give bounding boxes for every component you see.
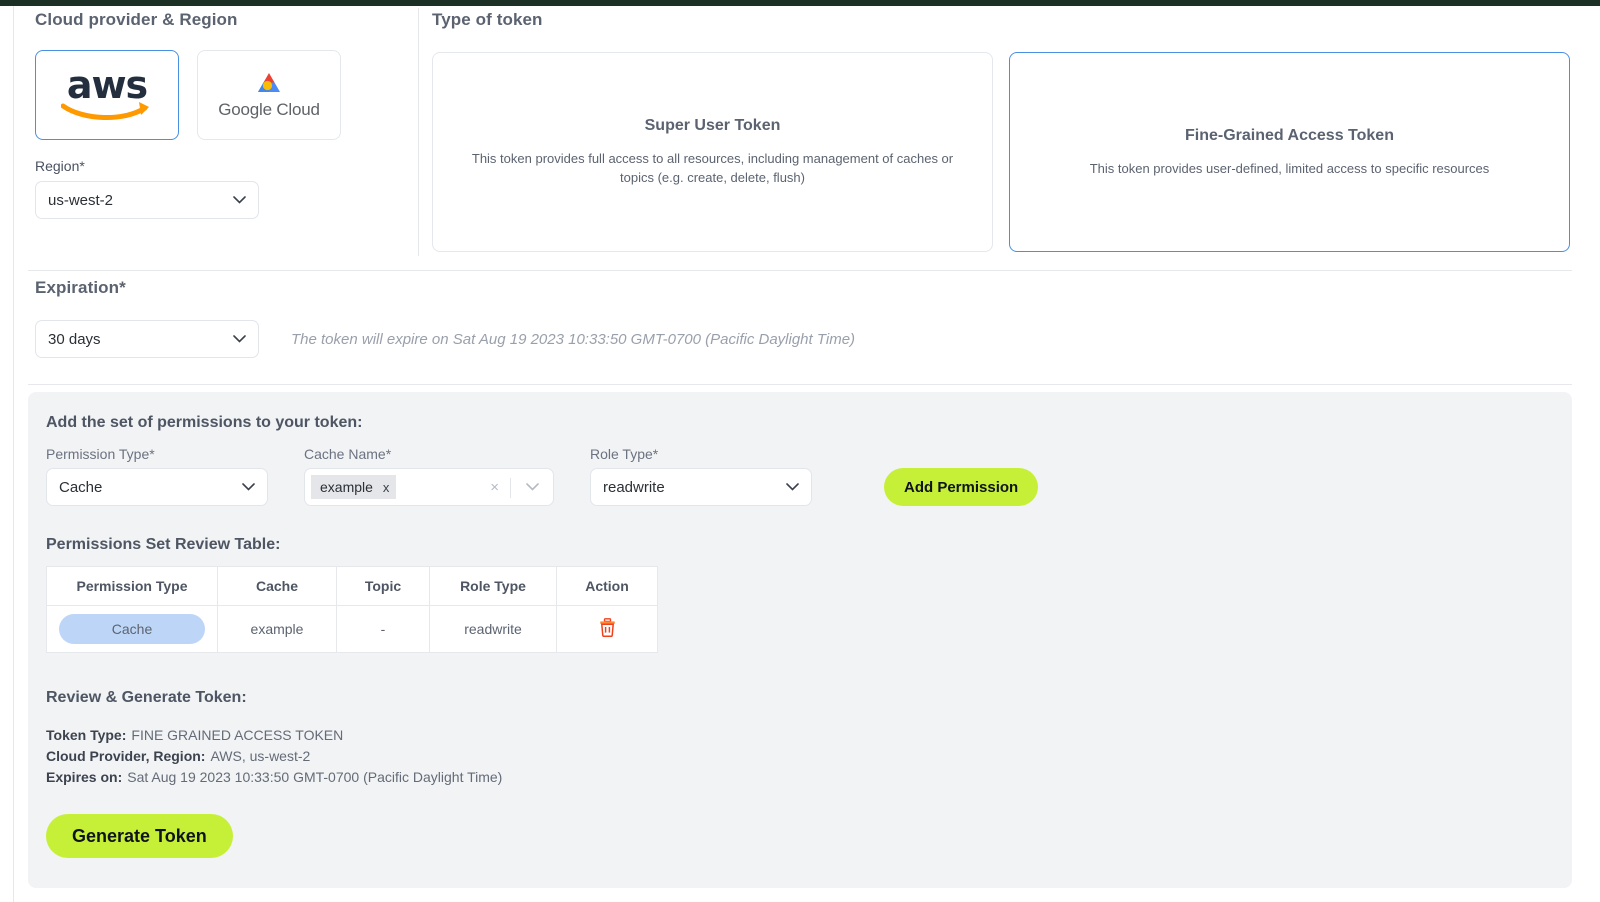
google-cloud-logo: Google Cloud: [207, 71, 331, 120]
aws-smile-icon: [61, 102, 149, 120]
cache-name-label: Cache Name*: [304, 446, 392, 462]
permission-type-group: Permission Type* Cache: [46, 446, 268, 506]
token-type-card-group: Super User Token This token provides ful…: [432, 52, 1570, 252]
token-card-description: This token provides full access to all r…: [471, 151, 954, 185]
chip-remove-icon[interactable]: x: [383, 481, 390, 494]
aws-logo: aws: [55, 66, 159, 124]
cell-role-type: readwrite: [429, 605, 557, 653]
permission-type-select[interactable]: Cache: [46, 468, 268, 506]
permissions-review-table: Permission Type Cache Topic Role Type Ac…: [46, 566, 658, 653]
summary-value: FINE GRAINED ACCESS TOKEN: [131, 727, 344, 743]
aws-wordmark: aws: [66, 63, 148, 107]
role-type-group: Role Type* readwrite: [590, 446, 812, 506]
provider-card-group: aws Google Cloud: [35, 50, 415, 140]
provider-card-aws[interactable]: aws: [35, 50, 179, 140]
token-card-super-user[interactable]: Super User Token This token provides ful…: [432, 52, 993, 252]
cache-name-multiselect[interactable]: example x ×: [304, 468, 554, 506]
google-cloud-wordmark: Google Cloud: [218, 99, 320, 119]
role-type-value: readwrite: [603, 478, 665, 496]
cloud-provider-heading: Cloud provider & Region: [35, 10, 238, 29]
role-type-label: Role Type*: [590, 446, 659, 462]
cell-cache: example: [217, 605, 337, 653]
multiselect-separator: [510, 478, 511, 498]
permission-type-label: Permission Type*: [46, 446, 155, 462]
chevron-down-icon: [786, 483, 799, 491]
region-select[interactable]: us-west-2: [35, 181, 259, 219]
permissions-panel-title: Add the set of permissions to your token…: [46, 414, 363, 431]
token-type-column: Type of token Super User Token This toke…: [432, 10, 1570, 252]
role-type-select[interactable]: readwrite: [590, 468, 812, 506]
section-divider-top: [28, 270, 1572, 271]
provider-card-google-cloud[interactable]: Google Cloud: [197, 50, 341, 140]
section-divider-bottom: [28, 384, 1572, 385]
summary-expires-on: Expires on: Sat Aug 19 2023 10:33:50 GMT-…: [46, 767, 1572, 788]
review-generate-title: Review & Generate Token:: [46, 689, 247, 706]
token-generation-page: Cloud provider & Region aws Google Cloud…: [0, 6, 1600, 902]
expiration-select[interactable]: 30 days: [35, 320, 259, 358]
generate-token-button[interactable]: Generate Token: [46, 814, 233, 858]
cache-name-chip-label: example: [320, 479, 373, 495]
permission-type-value: Cache: [59, 478, 103, 496]
delete-icon[interactable]: [599, 618, 616, 638]
clear-all-icon[interactable]: ×: [490, 480, 499, 495]
summary-label: Token Type:: [46, 727, 127, 743]
cache-name-group: Cache Name* example x ×: [304, 446, 554, 506]
table-header-cache: Cache: [217, 566, 337, 606]
cell-action: [556, 605, 658, 653]
expiration-row: 30 days The token will expire on Sat Aug…: [35, 320, 1535, 358]
table-header-topic: Topic: [336, 566, 430, 606]
token-card-fine-grained[interactable]: Fine-Grained Access Token This token pro…: [1009, 52, 1570, 252]
token-card-description: This token provides user-defined, limite…: [1089, 160, 1490, 176]
permissions-panel: Add the set of permissions to your token…: [28, 392, 1572, 888]
expiration-section: Expiration* 30 days The token will expir…: [35, 278, 1535, 358]
summary-token-type: Token Type: FINE GRAINED ACCESS TOKEN: [46, 725, 1572, 746]
expiration-select-value: 30 days: [48, 330, 101, 348]
cache-name-chip: example x: [311, 475, 397, 499]
chevron-down-icon: [233, 335, 246, 343]
summary-label: Cloud Provider, Region:: [46, 748, 206, 764]
permission-form: Permission Type* Cache Cache Name* examp…: [46, 446, 1572, 506]
region-label: Region*: [35, 158, 85, 174]
add-permission-button[interactable]: Add Permission: [884, 468, 1039, 506]
chevron-down-icon: [242, 483, 255, 491]
permission-type-pill: Cache: [59, 614, 205, 644]
table-header-row: Permission Type Cache Topic Role Type Ac…: [46, 566, 658, 606]
summary-cloud-provider-region: Cloud Provider, Region: AWS, us-west-2: [46, 746, 1572, 767]
cell-permission-type: Cache: [46, 605, 218, 653]
expiration-note: The token will expire on Sat Aug 19 2023…: [291, 330, 856, 348]
cell-topic: -: [336, 605, 430, 653]
token-card-title: Super User Token: [644, 117, 781, 134]
cloud-provider-column: Cloud provider & Region aws Google Cloud…: [35, 10, 415, 219]
chevron-down-icon[interactable]: [526, 483, 539, 491]
summary-value: AWS, us-west-2: [210, 748, 311, 764]
column-divider: [418, 8, 419, 256]
google-cloud-mark-icon: [258, 72, 280, 92]
summary-value: Sat Aug 19 2023 10:33:50 GMT-0700 (Pacif…: [127, 769, 503, 785]
token-type-heading: Type of token: [432, 10, 543, 29]
table-header-role-type: Role Type: [429, 566, 557, 606]
summary-label: Expires on:: [46, 769, 123, 785]
table-row: Cache example - readwrite: [46, 605, 658, 653]
table-header-action: Action: [556, 566, 658, 606]
chevron-down-icon: [233, 196, 246, 204]
token-card-title: Fine-Grained Access Token: [1185, 126, 1394, 144]
top-section: Cloud provider & Region aws Google Cloud…: [0, 6, 1600, 268]
expiration-heading: Expiration*: [35, 278, 126, 297]
table-header-permission-type: Permission Type: [46, 566, 218, 606]
permissions-table-title: Permissions Set Review Table:: [46, 536, 281, 553]
region-select-value: us-west-2: [48, 191, 114, 209]
